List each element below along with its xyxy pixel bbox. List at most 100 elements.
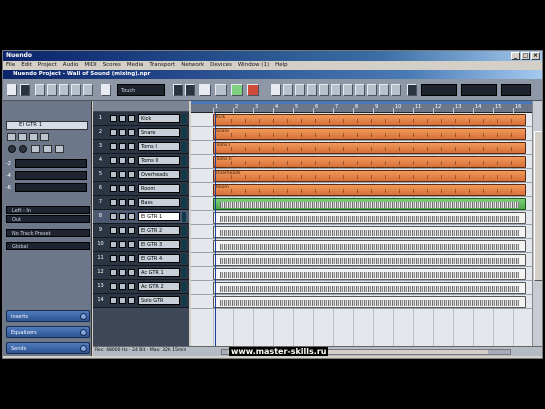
mute-button[interactable] [110, 227, 117, 234]
mute-button[interactable] [110, 115, 117, 122]
channel-button[interactable] [71, 84, 81, 96]
vertical-scrollbar[interactable] [532, 101, 542, 346]
track-lane[interactable] [191, 281, 532, 295]
mute-button[interactable] [110, 255, 117, 262]
audio-event[interactable]: Toms II [213, 156, 526, 168]
input-routing[interactable]: Left - In [6, 206, 90, 214]
vertical-scroll-thumb[interactable] [534, 131, 542, 281]
menu-media[interactable]: Media [127, 61, 144, 70]
track-row[interactable]: 1 Kick [93, 112, 189, 126]
groups-select[interactable]: Global [6, 242, 90, 250]
record-enable-button[interactable] [128, 227, 135, 234]
record-enable-button[interactable] [128, 241, 135, 248]
record-enable-button[interactable] [128, 297, 135, 304]
volume-slider[interactable] [15, 159, 87, 168]
record-enable-button[interactable] [8, 145, 16, 153]
stop-button[interactable] [215, 84, 227, 96]
track-name[interactable]: Room [138, 184, 180, 193]
menu-audio[interactable]: Audio [63, 61, 79, 70]
quantize-select[interactable] [501, 84, 531, 96]
cycle-button[interactable] [199, 84, 211, 96]
track-lane[interactable]: Snare [191, 127, 532, 141]
mute-button[interactable] [110, 283, 117, 290]
solo-button[interactable] [119, 241, 126, 248]
mute-button[interactable] [110, 297, 117, 304]
read-button[interactable] [29, 133, 38, 141]
timebase-button[interactable] [55, 145, 64, 153]
menu-network[interactable]: Network [181, 61, 204, 70]
mute-button[interactable] [110, 129, 117, 136]
track-preset-select[interactable]: No Track Preset [6, 229, 90, 237]
audio-event[interactable] [213, 226, 526, 238]
record-enable-button[interactable] [128, 283, 135, 290]
solo-button[interactable] [119, 171, 126, 178]
track-name[interactable]: Bass [138, 198, 180, 207]
record-enable-button[interactable] [128, 269, 135, 276]
monitor-button[interactable] [19, 145, 27, 153]
record-enable-button[interactable] [128, 213, 135, 220]
inspector-track-name[interactable]: El GTR 1 [6, 121, 88, 130]
track-name[interactable]: Solo GTR [138, 296, 180, 305]
glue-tool-button[interactable] [307, 84, 317, 96]
audio-event[interactable]: Overheads [213, 170, 526, 182]
delay-slider[interactable] [15, 183, 87, 192]
track-row[interactable]: 8 El GTR 1 [93, 210, 189, 224]
track-name[interactable]: Toms II [138, 156, 180, 165]
mute-button[interactable] [110, 199, 117, 206]
pan-slider[interactable] [15, 171, 87, 180]
scrub-tool-button[interactable] [379, 84, 389, 96]
solo-button[interactable] [119, 185, 126, 192]
track-lane[interactable] [191, 225, 532, 239]
record-button[interactable] [247, 84, 259, 96]
solo-button[interactable] [119, 143, 126, 150]
pool-button[interactable] [47, 84, 57, 96]
menu-project[interactable]: Project [38, 61, 57, 70]
track-name[interactable]: El GTR 1 [138, 212, 180, 221]
mute-button[interactable] [110, 241, 117, 248]
audio-event[interactable]: Toms I [213, 142, 526, 154]
track-row[interactable]: 5 Overheads [93, 168, 189, 182]
menu-scores[interactable]: Scores [103, 61, 121, 70]
track-row[interactable]: 7 Bass [93, 196, 189, 210]
record-enable-button[interactable] [128, 157, 135, 164]
audio-event[interactable]: Kick [213, 114, 526, 126]
mixer-button[interactable] [59, 84, 69, 96]
solo-button[interactable] [119, 227, 126, 234]
mute-button[interactable] [110, 157, 117, 164]
menu-devices[interactable]: Devices [210, 61, 232, 70]
split-tool-button[interactable] [295, 84, 305, 96]
grid-type-select[interactable] [461, 84, 497, 96]
record-enable-button[interactable] [128, 129, 135, 136]
mute-button[interactable] [110, 171, 117, 178]
audio-event[interactable] [213, 268, 526, 280]
audio-event[interactable] [213, 212, 526, 224]
inspector-toggle-button[interactable] [7, 84, 17, 96]
solo-button[interactable] [119, 129, 126, 136]
mute-button[interactable] [110, 185, 117, 192]
select-tool-button[interactable] [271, 84, 281, 96]
mute-button[interactable] [110, 269, 117, 276]
inserts-section[interactable]: Inserts [6, 310, 90, 322]
mute-tool-button[interactable] [343, 84, 353, 96]
track-name[interactable]: Ac GTR 2 [138, 282, 180, 291]
track-row[interactable]: 11 El GTR 4 [93, 252, 189, 266]
audio-event[interactable] [213, 254, 526, 266]
rewind-button[interactable] [173, 84, 183, 96]
menu-midi[interactable]: MIDI [84, 61, 96, 70]
track-lane[interactable] [191, 267, 532, 281]
menu-file[interactable]: File [6, 61, 15, 70]
info-line-toggle-button[interactable] [20, 84, 30, 96]
track-row[interactable]: 14 Solo GTR [93, 294, 189, 308]
track-lane[interactable] [191, 253, 532, 267]
track-name[interactable]: Snare [138, 128, 180, 137]
draw-tool-button[interactable] [355, 84, 365, 96]
track-lane[interactable] [191, 239, 532, 253]
track-row[interactable]: 6 Room [93, 182, 189, 196]
track-row[interactable]: 2 Snare [93, 126, 189, 140]
audio-event[interactable] [213, 198, 526, 210]
track-row[interactable]: 4 Toms II [93, 154, 189, 168]
track-lane[interactable]: Room [191, 183, 532, 197]
track-lane[interactable] [191, 295, 532, 309]
solo-button[interactable] [119, 213, 126, 220]
solo-button[interactable] [119, 283, 126, 290]
